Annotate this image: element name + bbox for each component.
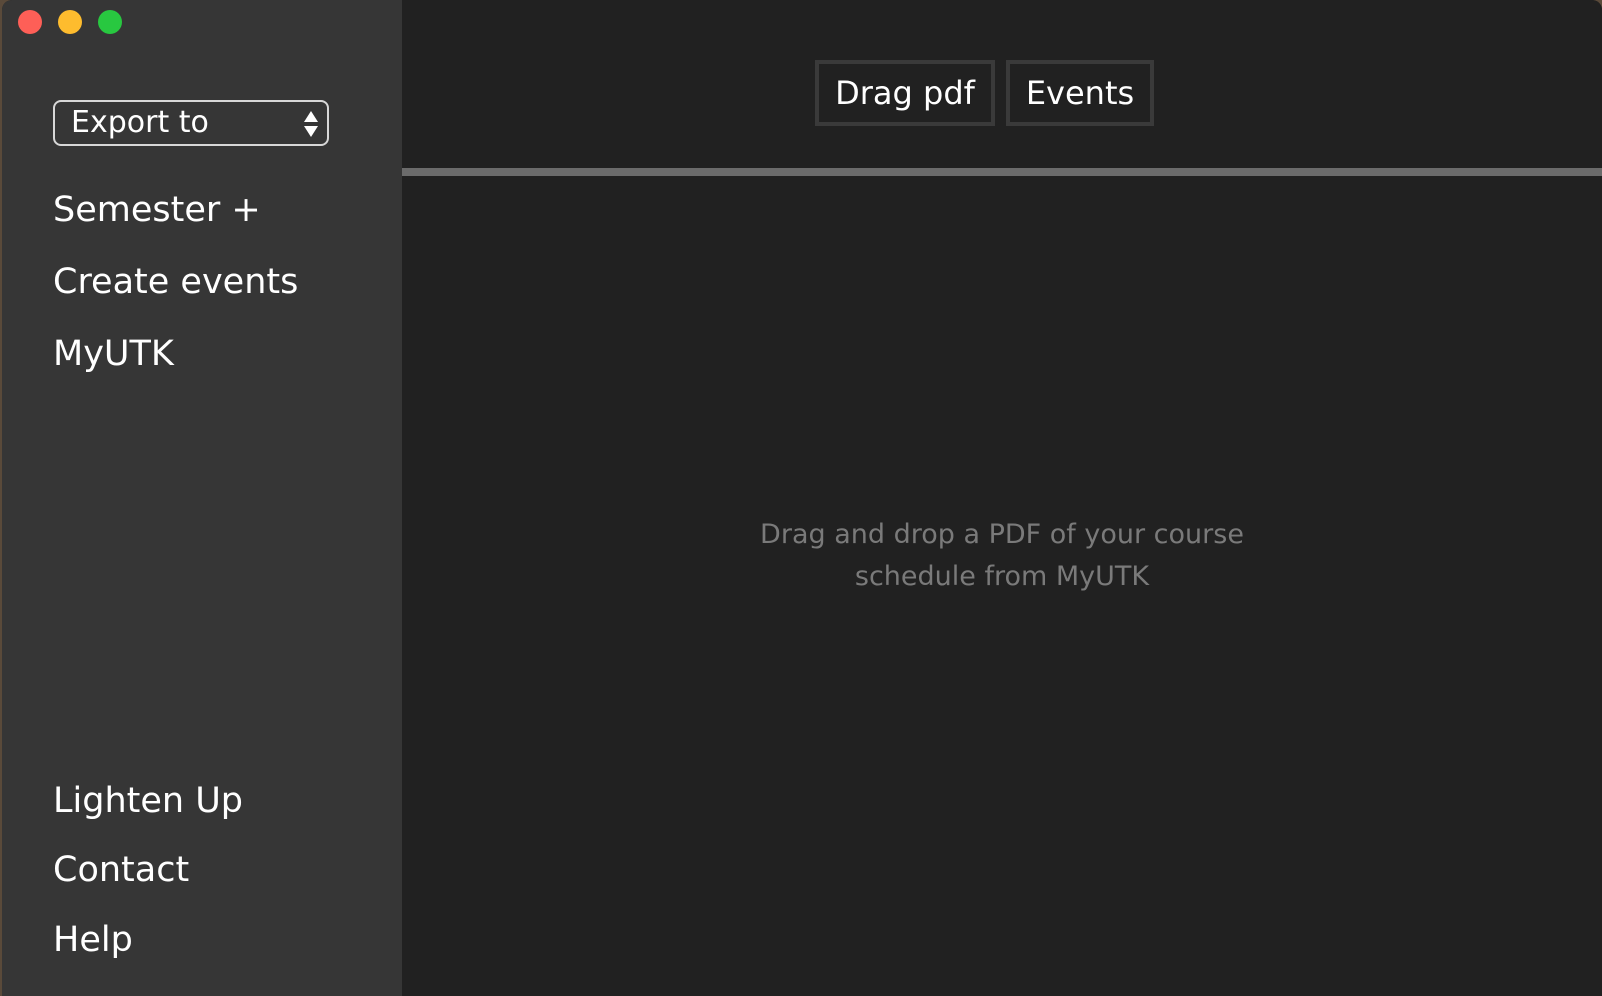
export-to-label: Export to bbox=[71, 105, 209, 140]
sidebar: Export to Semester + Create events MyUTK… bbox=[2, 0, 402, 996]
tab-events[interactable]: Events bbox=[1006, 60, 1154, 126]
sidebar-item-myutk[interactable]: MyUTK bbox=[53, 332, 174, 376]
select-arrows-icon bbox=[304, 111, 318, 137]
zoom-window-button[interactable] bbox=[98, 10, 122, 34]
main-panel: Drag pdf Events Drag and drop a PDF of y… bbox=[402, 0, 1602, 996]
sidebar-item-lighten-up[interactable]: Lighten Up bbox=[53, 779, 243, 823]
tab-drag-pdf[interactable]: Drag pdf bbox=[815, 60, 995, 126]
sidebar-item-contact[interactable]: Contact bbox=[53, 848, 189, 892]
sidebar-item-semester-add[interactable]: Semester + bbox=[53, 188, 261, 232]
sidebar-item-create-events[interactable]: Create events bbox=[53, 260, 298, 304]
pdf-drop-zone[interactable]: Drag and drop a PDF of your course sched… bbox=[702, 514, 1302, 598]
close-window-button[interactable] bbox=[18, 10, 42, 34]
drop-hint-line-1: Drag and drop a PDF of your course bbox=[760, 519, 1244, 550]
app-window: Export to Semester + Create events MyUTK… bbox=[2, 0, 1602, 996]
drop-hint-line-2: schedule from MyUTK bbox=[854, 561, 1150, 592]
header-divider bbox=[402, 168, 1602, 176]
export-to-select[interactable]: Export to bbox=[53, 100, 329, 146]
window-controls bbox=[18, 10, 122, 34]
sidebar-item-help[interactable]: Help bbox=[53, 918, 133, 962]
minimize-window-button[interactable] bbox=[58, 10, 82, 34]
